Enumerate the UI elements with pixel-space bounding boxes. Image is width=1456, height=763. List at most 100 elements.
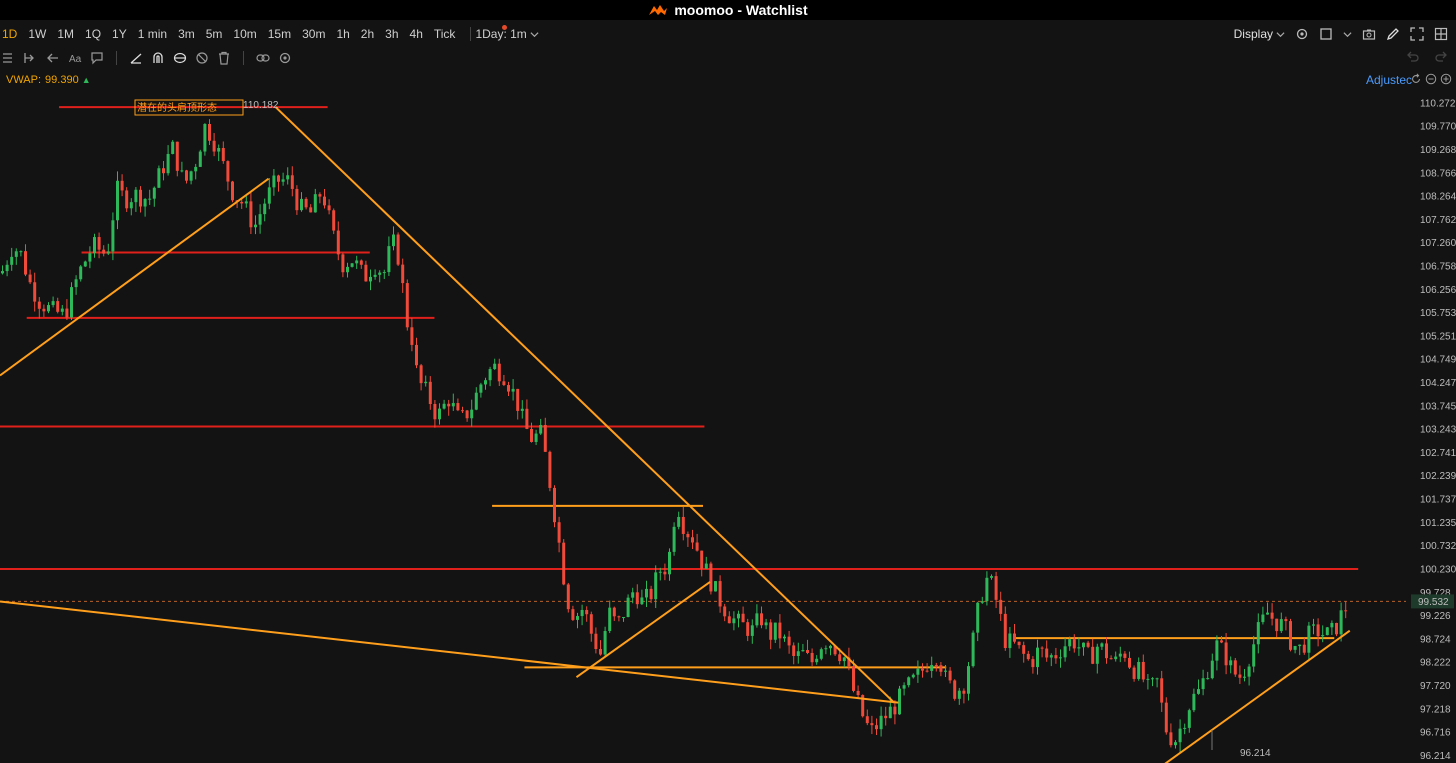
period-tabs: 1D 1W 1M 1Q 1Y 1 min 3m 5m 10m 15m 30m 1h 2h 3h 4h Tick bbox=[0, 27, 466, 41]
y-axis-tick-label: 103.745 bbox=[1420, 401, 1456, 412]
undo-icon[interactable] bbox=[1406, 50, 1420, 64]
redo-icon[interactable] bbox=[1434, 50, 1448, 64]
period-tab-15m[interactable]: 15m bbox=[268, 27, 297, 41]
layout-box-icon[interactable] bbox=[1319, 27, 1333, 41]
candle-body bbox=[718, 581, 722, 607]
trash-icon[interactable] bbox=[217, 51, 231, 65]
trend-line-0[interactable] bbox=[0, 177, 270, 377]
interval-select[interactable]: 1Day: 1m bbox=[475, 27, 544, 41]
candle-body bbox=[79, 266, 83, 280]
period-tab-1d[interactable]: 1D bbox=[2, 27, 23, 41]
period-tab-1w[interactable]: 1W bbox=[28, 27, 52, 41]
candle-body bbox=[686, 533, 690, 538]
lock-drawing-icon[interactable] bbox=[173, 51, 187, 65]
fit-width-icon[interactable] bbox=[24, 51, 38, 65]
settings-gear-icon[interactable] bbox=[1295, 27, 1309, 41]
y-axis-tick-label: 101.737 bbox=[1420, 495, 1456, 506]
candle-body bbox=[424, 381, 428, 384]
period-tab-10m[interactable]: 10m bbox=[233, 27, 262, 41]
y-axis-tick-label: 104.247 bbox=[1420, 378, 1456, 389]
candle-body bbox=[1040, 647, 1044, 649]
annotation-text[interactable]: 潜在的头肩顶形态 bbox=[137, 101, 217, 114]
candle-body bbox=[783, 636, 786, 639]
period-tab-3h[interactable]: 3h bbox=[385, 27, 404, 41]
candle-body bbox=[1151, 678, 1154, 680]
period-tab-1m[interactable]: 1M bbox=[57, 27, 80, 41]
candle-body bbox=[488, 369, 492, 381]
candle-body bbox=[792, 645, 796, 656]
candle-body bbox=[681, 516, 685, 534]
candle-body bbox=[166, 153, 170, 174]
candle-body bbox=[387, 246, 391, 273]
period-tab-4h[interactable]: 4h bbox=[410, 27, 429, 41]
period-tab-1min[interactable]: 1 min bbox=[138, 27, 173, 41]
candle-body bbox=[612, 607, 616, 617]
period-tab-30m[interactable]: 30m bbox=[302, 27, 331, 41]
candle-body bbox=[300, 198, 303, 211]
candle-body bbox=[603, 631, 607, 655]
candle-body bbox=[10, 256, 14, 265]
candle-body bbox=[1316, 624, 1320, 637]
comment-icon[interactable] bbox=[90, 51, 104, 65]
arrow-left-icon[interactable] bbox=[46, 51, 60, 65]
display-menu-label: Display bbox=[1233, 27, 1273, 41]
candle-body bbox=[1284, 619, 1288, 622]
camera-icon[interactable] bbox=[1362, 27, 1376, 41]
price-chart[interactable]: 110.272 109.770 109.268 108.766 108.264 107.7… bbox=[0, 90, 1456, 763]
fullscreen-icon[interactable] bbox=[1410, 27, 1424, 41]
chevron-down-icon[interactable] bbox=[1343, 30, 1352, 39]
link-chain-icon[interactable] bbox=[256, 51, 270, 65]
draw-pen-icon[interactable] bbox=[1386, 27, 1400, 41]
text-tool-icon[interactable]: Aa bbox=[68, 51, 82, 65]
display-menu[interactable]: Display bbox=[1234, 27, 1285, 41]
trend-line-1[interactable] bbox=[274, 106, 895, 704]
adjusted-toggle[interactable]: Adjustec bbox=[1366, 73, 1412, 87]
candle-body bbox=[543, 425, 547, 452]
candle-body bbox=[47, 305, 50, 312]
candle-body bbox=[654, 572, 658, 600]
grid-layout-icon[interactable] bbox=[1434, 27, 1448, 41]
candle-body bbox=[336, 230, 340, 255]
reset-icon[interactable] bbox=[1410, 73, 1422, 85]
vwap-indicator[interactable]: VWAP: 99.390 ▲ bbox=[6, 74, 91, 86]
menu-lines-icon[interactable] bbox=[2, 51, 16, 65]
period-tab-2h[interactable]: 2h bbox=[361, 27, 380, 41]
y-axis-tick-label: 107.762 bbox=[1420, 215, 1456, 226]
candle-body bbox=[1247, 666, 1251, 677]
period-tab-tick[interactable]: Tick bbox=[434, 27, 462, 41]
period-tab-5m[interactable]: 5m bbox=[206, 27, 229, 41]
current-price-tag: 99.532 bbox=[1418, 597, 1449, 608]
candle-body bbox=[571, 609, 575, 620]
candle-body bbox=[516, 388, 520, 411]
drawing-settings-icon[interactable] bbox=[278, 51, 292, 65]
period-tab-3m[interactable]: 3m bbox=[178, 27, 201, 41]
candle-body bbox=[824, 648, 828, 650]
candle-body bbox=[769, 622, 773, 640]
candle-body bbox=[97, 237, 101, 250]
period-tab-1h[interactable]: 1h bbox=[336, 27, 355, 41]
candle-body bbox=[470, 409, 474, 419]
magnet-icon[interactable] bbox=[151, 51, 165, 65]
hide-drawings-icon[interactable] bbox=[195, 51, 209, 65]
candle-body bbox=[626, 597, 630, 618]
period-tab-1q[interactable]: 1Q bbox=[85, 27, 107, 41]
candle-body bbox=[976, 602, 980, 633]
period-tab-1y[interactable]: 1Y bbox=[112, 27, 133, 41]
y-axis-tick-label: 110.272 bbox=[1420, 98, 1456, 109]
candle-body bbox=[479, 384, 483, 393]
candle-body bbox=[865, 716, 869, 724]
candle-body bbox=[217, 147, 221, 152]
candle-body bbox=[967, 666, 970, 694]
trend-line-icon[interactable] bbox=[129, 51, 143, 65]
trend-line-4[interactable] bbox=[1164, 629, 1351, 763]
trend-line-3[interactable] bbox=[575, 581, 711, 678]
zoom-in-icon[interactable] bbox=[1440, 73, 1452, 85]
candle-body bbox=[1307, 625, 1311, 653]
candle-body bbox=[28, 274, 32, 283]
candle-body bbox=[1321, 635, 1325, 637]
title-bar: moomoo - Watchlist bbox=[0, 0, 1456, 20]
candle-body bbox=[939, 665, 943, 672]
svg-text:Aa: Aa bbox=[69, 54, 82, 65]
zoom-out-icon[interactable] bbox=[1425, 73, 1437, 85]
trend-line-2[interactable] bbox=[0, 600, 899, 704]
